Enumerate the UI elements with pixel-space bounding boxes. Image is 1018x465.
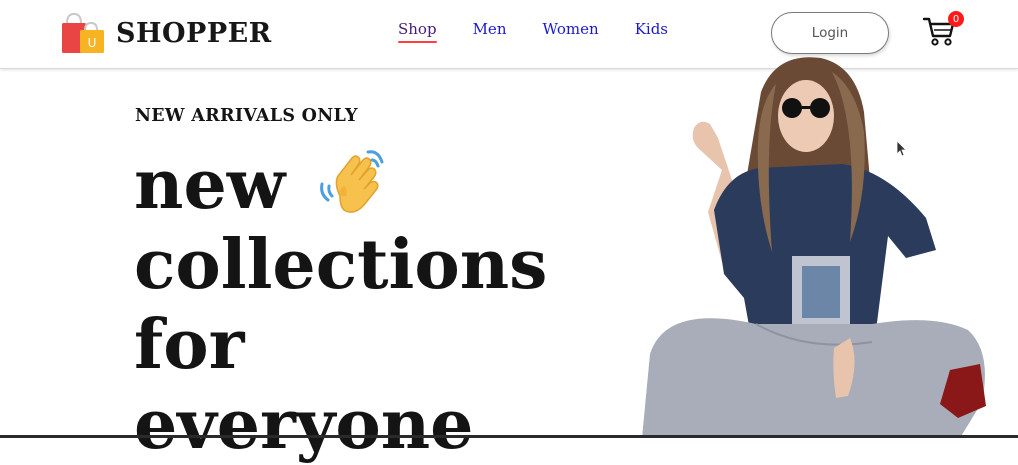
nav-item-shop[interactable]: Shop xyxy=(398,20,437,43)
login-button[interactable]: Login xyxy=(771,12,889,54)
cart-count-badge: 0 xyxy=(948,11,964,27)
hero-title-line: collections xyxy=(134,225,548,305)
logo-badge: U xyxy=(88,36,97,50)
active-underline xyxy=(398,41,437,43)
brand-logo[interactable]: U SHOPPER xyxy=(60,12,272,54)
nav-item-label: Women xyxy=(542,20,599,38)
nav-item-men[interactable]: Men xyxy=(473,20,507,38)
nav-item-women[interactable]: Women xyxy=(542,20,598,38)
mouse-cursor-icon xyxy=(896,140,908,158)
nav-item-label: Men xyxy=(472,20,507,38)
nav-menu: Shop Men Women Kids xyxy=(398,20,704,43)
hero-label: NEW ARRIVALS ONLY xyxy=(135,106,358,126)
hero-title-line: for xyxy=(134,305,245,385)
hero-title-line: everyone xyxy=(134,385,474,465)
shopping-bag-logo-icon: U xyxy=(60,12,106,54)
hero-model-image xyxy=(636,52,996,438)
nav-item-kids[interactable]: Kids xyxy=(635,20,668,38)
waving-hand-icon xyxy=(318,148,396,220)
nav-item-label: Kids xyxy=(634,20,668,38)
nav-item-label: Shop xyxy=(398,20,437,38)
brand-name: SHOPPER xyxy=(116,17,272,49)
